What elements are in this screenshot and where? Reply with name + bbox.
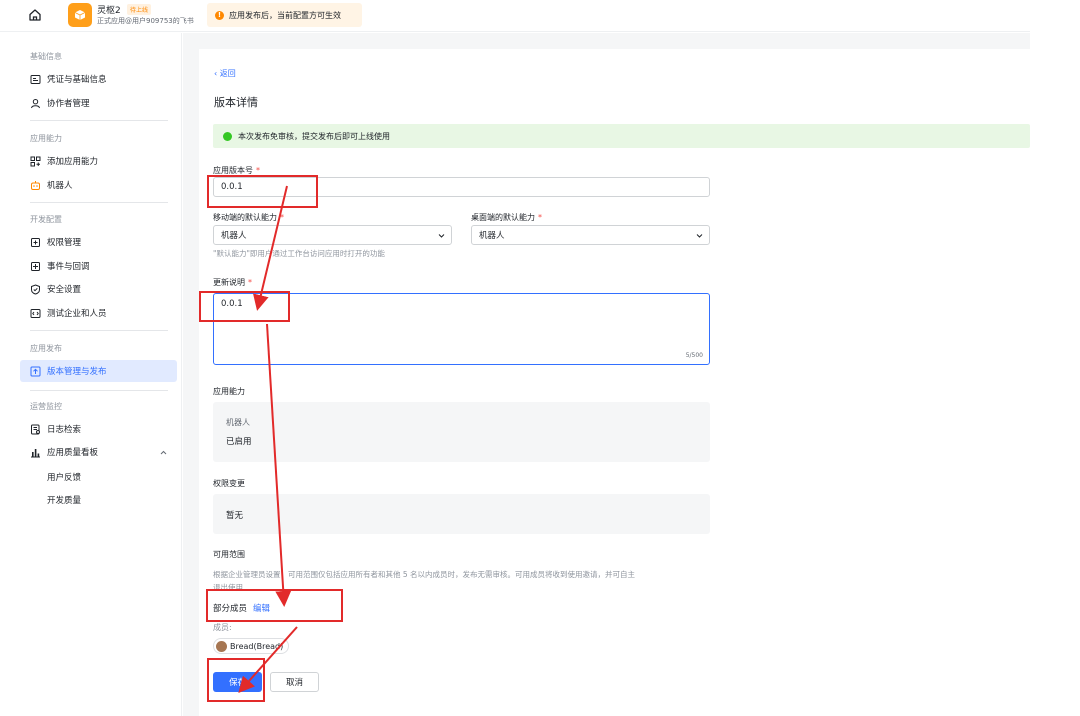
- release-notice-text: 应用发布后，当前配置方可生效: [229, 10, 341, 20]
- mobile-default-value: 机器人: [221, 231, 247, 241]
- top-bar: 灵枢2 待上线 正式应用@用户909753的飞书 ! 应用发布后，当前配置方可生…: [0, 0, 1030, 32]
- divider: [30, 330, 168, 331]
- divider: [30, 390, 168, 391]
- sidebar-item-label: 版本管理与发布: [47, 367, 107, 377]
- sidebar: 基础信息 凭证与基础信息 协作者管理 应用能力 添加应用能力 机器人 开发配置 …: [16, 33, 182, 716]
- sidebar-item-label: 凭证与基础信息: [47, 75, 107, 85]
- sidebar-item-security[interactable]: 安全设置: [20, 278, 177, 300]
- group-release: 应用发布: [30, 344, 62, 353]
- event-icon: [31, 261, 40, 271]
- robot-icon: [31, 180, 40, 190]
- card-icon: [30, 74, 41, 84]
- annotation-box-update-notes: [199, 291, 290, 322]
- home-icon[interactable]: [27, 7, 43, 23]
- desktop-default-label-text: 桌面端的默认能力: [471, 213, 535, 222]
- sidebar-item-label: 安全设置: [47, 285, 82, 295]
- success-banner: 本次发布免审核，提交发布后即可上线使用: [213, 124, 1030, 148]
- sidebar-item-label: 权限管理: [47, 238, 82, 248]
- default-ability-hint: "默认能力"即用户通过工作台访问应用时打开的功能: [213, 249, 385, 258]
- sidebar-item-credentials[interactable]: 凭证与基础信息: [20, 68, 177, 90]
- annotation-box-version: [207, 175, 318, 208]
- chevron-down-icon: [696, 233, 703, 238]
- sidebar-item-label: 日志检索: [47, 425, 82, 435]
- mobile-default-label: 移动端的默认能力 *: [213, 213, 284, 222]
- sidebar-item-robot[interactable]: 机器人: [20, 174, 177, 196]
- annotation-box-save: [207, 658, 265, 702]
- mobile-default-select[interactable]: 机器人: [213, 225, 452, 245]
- sidebar-item-events[interactable]: 事件与回调: [20, 255, 177, 277]
- user-icon: [31, 98, 40, 108]
- chevron-up-icon[interactable]: [160, 449, 167, 456]
- check-circle-icon: [223, 131, 232, 141]
- permission-value: 暂无: [226, 511, 244, 521]
- code-icon: [30, 308, 41, 318]
- divider: [30, 202, 168, 203]
- ability-name: 机器人: [226, 418, 250, 427]
- sidebar-item-log-search[interactable]: 日志检索: [20, 418, 177, 440]
- upload-icon: [30, 366, 41, 376]
- sidebar-item-label: 添加应用能力: [47, 157, 99, 167]
- cube-icon: [74, 10, 86, 20]
- bar-chart-icon: [31, 448, 40, 457]
- app-tenant: 正式应用@用户909753的飞书: [97, 17, 194, 25]
- permission-panel: 暂无: [213, 494, 710, 534]
- sidebar-item-permissions[interactable]: 权限管理: [20, 231, 177, 253]
- scope-section-label: 可用范围: [213, 550, 245, 559]
- scope-hint-line1: 根据企业管理员设置，可用范围仅包括应用所有者和其他 5 名以内成员时，发布无需审…: [213, 570, 636, 579]
- back-link[interactable]: ‹ 返回: [214, 68, 236, 79]
- sidebar-item-quality-board[interactable]: 应用质量看板: [20, 441, 177, 463]
- grid-plus-icon: [30, 156, 41, 166]
- ability-section-label: 应用能力: [213, 387, 245, 396]
- success-banner-text: 本次发布免审核，提交发布后即可上线使用: [238, 131, 390, 141]
- divider: [30, 120, 168, 121]
- log-icon: [31, 424, 40, 434]
- sidebar-item-label: 机器人: [47, 181, 73, 191]
- back-label: 返回: [219, 69, 236, 78]
- group-ops: 运营监控: [30, 402, 62, 411]
- sidebar-item-label: 事件与回调: [47, 262, 90, 272]
- shield-icon: [31, 283, 40, 295]
- update-notes-label: 更新说明 *: [213, 278, 252, 287]
- mobile-default-label-text: 移动端的默认能力: [213, 213, 277, 222]
- ability-panel: 机器人 已启用: [213, 402, 710, 462]
- version-label-text: 应用版本号: [213, 166, 253, 175]
- avatar: [216, 640, 227, 652]
- update-notes-label-text: 更新说明: [213, 278, 245, 287]
- sidebar-item-test-org[interactable]: 测试企业和人员: [20, 302, 177, 324]
- char-counter: 5/500: [685, 352, 703, 359]
- ability-status: 已启用: [226, 437, 252, 447]
- warning-icon: !: [215, 10, 224, 20]
- permission-section-label: 权限变更: [213, 479, 245, 488]
- release-notice: ! 应用发布后，当前配置方可生效: [207, 3, 362, 27]
- app-logo: [68, 3, 92, 27]
- desktop-default-select[interactable]: 机器人: [471, 225, 710, 245]
- sidebar-item-user-feedback[interactable]: 用户反馈: [47, 471, 81, 483]
- sidebar-item-dev-quality[interactable]: 开发质量: [47, 494, 81, 506]
- app-name: 灵枢2: [97, 6, 121, 16]
- key-icon: [31, 237, 40, 247]
- desktop-default-value: 机器人: [479, 231, 505, 241]
- desktop-default-label: 桌面端的默认能力 *: [471, 213, 542, 222]
- sidebar-item-label: 测试企业和人员: [47, 309, 107, 319]
- group-dev: 开发配置: [30, 215, 62, 224]
- member-name: Bread(Bread): [230, 641, 284, 651]
- members-label: 成员:: [213, 623, 232, 632]
- sidebar-item-label: 应用质量看板: [47, 448, 99, 458]
- chevron-down-icon: [438, 233, 445, 238]
- group-ability: 应用能力: [30, 134, 62, 143]
- status-badge: 待上线: [127, 4, 152, 15]
- cancel-button[interactable]: 取消: [270, 672, 319, 692]
- sidebar-item-label: 协作者管理: [47, 99, 90, 109]
- sidebar-item-add-ability[interactable]: 添加应用能力: [20, 150, 177, 172]
- page-title: 版本详情: [214, 96, 258, 109]
- sidebar-item-collaborators[interactable]: 协作者管理: [20, 92, 177, 114]
- member-chip: Bread(Bread): [213, 638, 290, 654]
- group-basic: 基础信息: [30, 52, 62, 61]
- annotation-box-members: [206, 589, 343, 622]
- sidebar-item-version-mgmt[interactable]: 版本管理与发布: [20, 360, 177, 382]
